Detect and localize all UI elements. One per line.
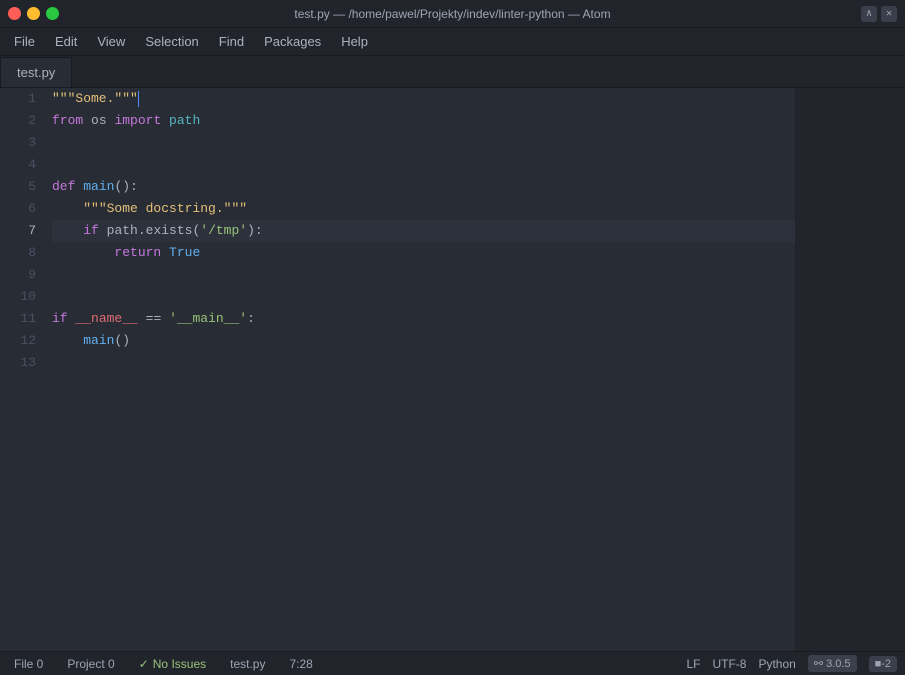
token-from: from bbox=[52, 110, 83, 132]
token-space-1: os bbox=[83, 110, 114, 132]
tab-testpy[interactable]: test.py bbox=[0, 57, 72, 87]
token-path: path bbox=[161, 110, 200, 132]
token-eq: == bbox=[138, 308, 169, 330]
encoding[interactable]: UTF-8 bbox=[712, 657, 746, 671]
menu-view[interactable]: View bbox=[87, 31, 135, 52]
text-cursor bbox=[138, 91, 139, 107]
token-call-parens: () bbox=[114, 330, 130, 352]
code-line-8: return True bbox=[52, 242, 795, 264]
token-import: import bbox=[114, 110, 161, 132]
no-issues-badge[interactable]: ✓ No Issues bbox=[133, 656, 212, 672]
git-status[interactable]: ■-2 bbox=[869, 656, 897, 672]
status-right: LF UTF-8 Python ⚯ 3.0.5 ■-2 bbox=[686, 655, 897, 672]
token-indent-1 bbox=[52, 198, 83, 220]
window-controls bbox=[8, 7, 59, 20]
window-title: test.py — /home/pawel/Projekty/indev/lin… bbox=[294, 7, 610, 21]
git-status-label: -2 bbox=[881, 658, 891, 670]
token-indent-4 bbox=[52, 330, 83, 352]
line-num-7: 7 bbox=[16, 220, 36, 242]
titlebar-right-controls: ∧ ✕ bbox=[861, 6, 897, 22]
menu-file[interactable]: File bbox=[4, 31, 45, 52]
menu-selection[interactable]: Selection bbox=[135, 31, 208, 52]
line-num-8: 8 bbox=[16, 242, 36, 264]
token-return: return bbox=[114, 242, 161, 264]
token-main-str: '__main__' bbox=[169, 308, 247, 330]
menubar: File Edit View Selection Find Packages H… bbox=[0, 28, 905, 56]
line-num-11: 11 bbox=[16, 308, 36, 330]
token-close-paren: ): bbox=[247, 220, 263, 242]
tabbar: test.py bbox=[0, 56, 905, 88]
token-indent-2 bbox=[52, 220, 83, 242]
token-true: True bbox=[169, 242, 200, 264]
filename-label: test.py bbox=[224, 656, 271, 672]
file-badge[interactable]: File 0 bbox=[8, 656, 49, 672]
check-icon: ✓ bbox=[139, 657, 149, 671]
token-tmp-str: '/tmp' bbox=[200, 220, 247, 242]
code-line-5: def main (): bbox=[52, 176, 795, 198]
code-line-9 bbox=[52, 264, 795, 286]
line-num-3: 3 bbox=[16, 132, 36, 154]
no-issues-label: No Issues bbox=[153, 657, 206, 671]
token-docstring-1: """Some.""" bbox=[52, 88, 138, 110]
token-space-3 bbox=[99, 220, 107, 242]
git-branch-label: 3.0.5 bbox=[823, 658, 851, 670]
cursor-position[interactable]: 7:28 bbox=[283, 656, 318, 672]
close-button[interactable] bbox=[8, 7, 21, 20]
statusbar: File 0 Project 0 ✓ No Issues test.py 7:2… bbox=[0, 651, 905, 675]
token-name-var: __name__ bbox=[75, 308, 137, 330]
tab-label: test.py bbox=[17, 65, 55, 80]
minimap bbox=[795, 88, 905, 651]
line-num-9: 9 bbox=[16, 264, 36, 286]
line-numbers: 1 2 3 4 5 6 7 8 9 10 11 12 13 bbox=[0, 88, 48, 651]
code-line-11: if __name__ == '__main__' : bbox=[52, 308, 795, 330]
minimize-button[interactable] bbox=[27, 7, 40, 20]
token-main-call: main bbox=[83, 330, 114, 352]
language[interactable]: Python bbox=[758, 657, 795, 671]
titlebar: test.py — /home/pawel/Projekty/indev/lin… bbox=[0, 0, 905, 28]
code-line-3 bbox=[52, 132, 795, 154]
titlebar-ctrl-1[interactable]: ∧ bbox=[861, 6, 877, 22]
code-line-7: if path.exists( '/tmp' ): bbox=[52, 220, 795, 242]
token-main-func: main bbox=[83, 176, 114, 198]
project-badge[interactable]: Project 0 bbox=[61, 656, 120, 672]
menu-help[interactable]: Help bbox=[331, 31, 378, 52]
line-num-2: 2 bbox=[16, 110, 36, 132]
status-left: File 0 Project 0 ✓ No Issues test.py 7:2… bbox=[8, 656, 319, 672]
line-num-13: 13 bbox=[16, 352, 36, 374]
token-parens: (): bbox=[114, 176, 137, 198]
titlebar-ctrl-2[interactable]: ✕ bbox=[881, 6, 897, 22]
code-line-6: """Some docstring.""" bbox=[52, 198, 795, 220]
code-editor[interactable]: """Some.""" from os import path def main… bbox=[48, 88, 795, 651]
menu-edit[interactable]: Edit bbox=[45, 31, 87, 52]
line-num-6: 6 bbox=[16, 198, 36, 220]
line-ending[interactable]: LF bbox=[686, 657, 700, 671]
code-line-10 bbox=[52, 286, 795, 308]
editor-container: 1 2 3 4 5 6 7 8 9 10 11 12 13 """Some.""… bbox=[0, 88, 905, 651]
token-docstring-2: """Some docstring.""" bbox=[83, 198, 247, 220]
line-num-1: 1 bbox=[16, 88, 36, 110]
token-if2: if bbox=[52, 308, 68, 330]
token-def: def bbox=[52, 176, 75, 198]
code-line-13 bbox=[52, 352, 795, 374]
menu-packages[interactable]: Packages bbox=[254, 31, 331, 52]
token-space-2 bbox=[75, 176, 83, 198]
token-pathexists: path.exists( bbox=[107, 220, 201, 242]
line-num-5: 5 bbox=[16, 176, 36, 198]
line-num-10: 10 bbox=[16, 286, 36, 308]
line-num-12: 12 bbox=[16, 330, 36, 352]
code-line-12: main () bbox=[52, 330, 795, 352]
token-colon: : bbox=[247, 308, 255, 330]
line-num-4: 4 bbox=[16, 154, 36, 176]
token-indent-3 bbox=[52, 242, 114, 264]
token-space-4 bbox=[161, 242, 169, 264]
git-branch[interactable]: ⚯ 3.0.5 bbox=[808, 655, 857, 672]
code-line-4 bbox=[52, 154, 795, 176]
code-line-1: """Some.""" bbox=[52, 88, 795, 110]
code-line-2: from os import path bbox=[52, 110, 795, 132]
maximize-button[interactable] bbox=[46, 7, 59, 20]
menu-find[interactable]: Find bbox=[209, 31, 254, 52]
token-if: if bbox=[83, 220, 99, 242]
